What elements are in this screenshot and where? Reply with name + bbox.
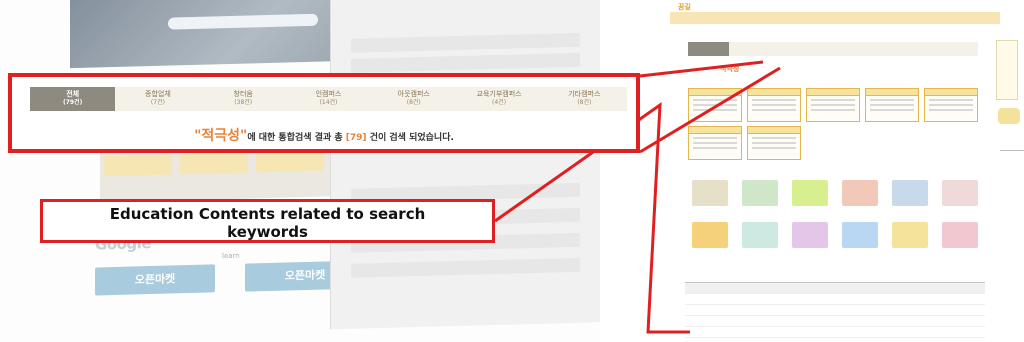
tab-other-campus[interactable]: 기타캠퍼스 (8건)	[542, 87, 627, 111]
tab-all[interactable]: 전체 (79건)	[30, 87, 116, 111]
annotation-line-2: keywords	[227, 223, 308, 241]
book-thumbnail[interactable]	[692, 222, 728, 248]
site-logo[interactable]: 꿈길	[678, 2, 691, 12]
tab-in-campus[interactable]: 인캠퍼스 (14건)	[286, 87, 371, 111]
mini-result-tabs	[688, 42, 978, 56]
background-page: Google learn 오픈마켓 오픈마켓	[0, 0, 600, 342]
result-text-before: 에 대한 통합검색 결과 총	[247, 133, 346, 143]
tab-out-campus[interactable]: 아웃캠퍼스 (8건)	[371, 87, 456, 111]
book-thumbnail[interactable]	[792, 180, 828, 206]
book-thumbnail[interactable]	[742, 180, 778, 206]
tab-donation-campus[interactable]: 교육기부캠퍼스 (4건)	[456, 87, 541, 111]
search-input[interactable]	[168, 13, 318, 30]
mini-result-line: 적극성	[720, 65, 740, 73]
book-thumbnail[interactable]	[692, 180, 728, 206]
annotation-line-1: Education Contents related to search	[109, 205, 426, 223]
background-side-panel	[330, 0, 600, 330]
content-grid	[100, 146, 330, 203]
result-tabs: 전체 (79건) 종합업체 (7건) 창터옴 (38건) 인캠퍼스 (14건) 아웃캠퍼…	[30, 87, 627, 111]
result-count: [79]	[345, 133, 367, 143]
search-keyword: 적극성	[201, 128, 241, 144]
book-thumbnail[interactable]	[742, 222, 778, 248]
hero-banner	[70, 0, 370, 69]
program-card[interactable]	[924, 88, 978, 122]
annotation-label: Education Contents related to search key…	[40, 199, 495, 243]
program-card[interactable]	[747, 126, 801, 160]
program-table	[685, 282, 985, 342]
screenshot-stage: Google learn 오픈마켓 오픈마켓 꿈길 적극성 전체 (79건) 종…	[0, 0, 1024, 342]
program-card[interactable]	[747, 88, 801, 122]
book-thumbnail[interactable]	[942, 222, 978, 248]
top-nav	[670, 12, 1000, 24]
chat-button[interactable]	[998, 108, 1020, 124]
result-text-after: 건이 검색 되었습니다.	[366, 133, 454, 143]
book-thumbnail[interactable]	[842, 222, 878, 248]
tab-company[interactable]: 종합업체 (7건)	[115, 87, 200, 111]
book-thumbnail[interactable]	[942, 180, 978, 206]
search-result-summary: "적극성"에 대한 통합검색 결과 총 [79] 건이 검색 되었습니다.	[12, 125, 636, 145]
search-results-callout: 전체 (79건) 종합업체 (7건) 창터옴 (38건) 인캠퍼스 (14건) 아웃캠퍼…	[8, 73, 640, 153]
scroll-indicator	[1000, 150, 1024, 158]
search-results-page: 꿈길 적극성	[600, 0, 1024, 342]
book-thumbnail[interactable]	[892, 222, 928, 248]
open-market-banner-left[interactable]: 오픈마켓	[95, 264, 215, 296]
program-card[interactable]	[806, 88, 860, 122]
book-thumbnail[interactable]	[842, 180, 878, 206]
program-card[interactable]	[865, 88, 919, 122]
quick-menu[interactable]	[996, 40, 1018, 100]
learn-text: learn	[222, 251, 240, 261]
book-thumbnail[interactable]	[892, 180, 928, 206]
program-card[interactable]	[688, 88, 742, 122]
program-card[interactable]	[688, 126, 742, 160]
tab-changteom[interactable]: 창터옴 (38건)	[201, 87, 286, 111]
book-thumbnail[interactable]	[792, 222, 828, 248]
annotation-text: Education Contents related to search key…	[43, 205, 492, 241]
